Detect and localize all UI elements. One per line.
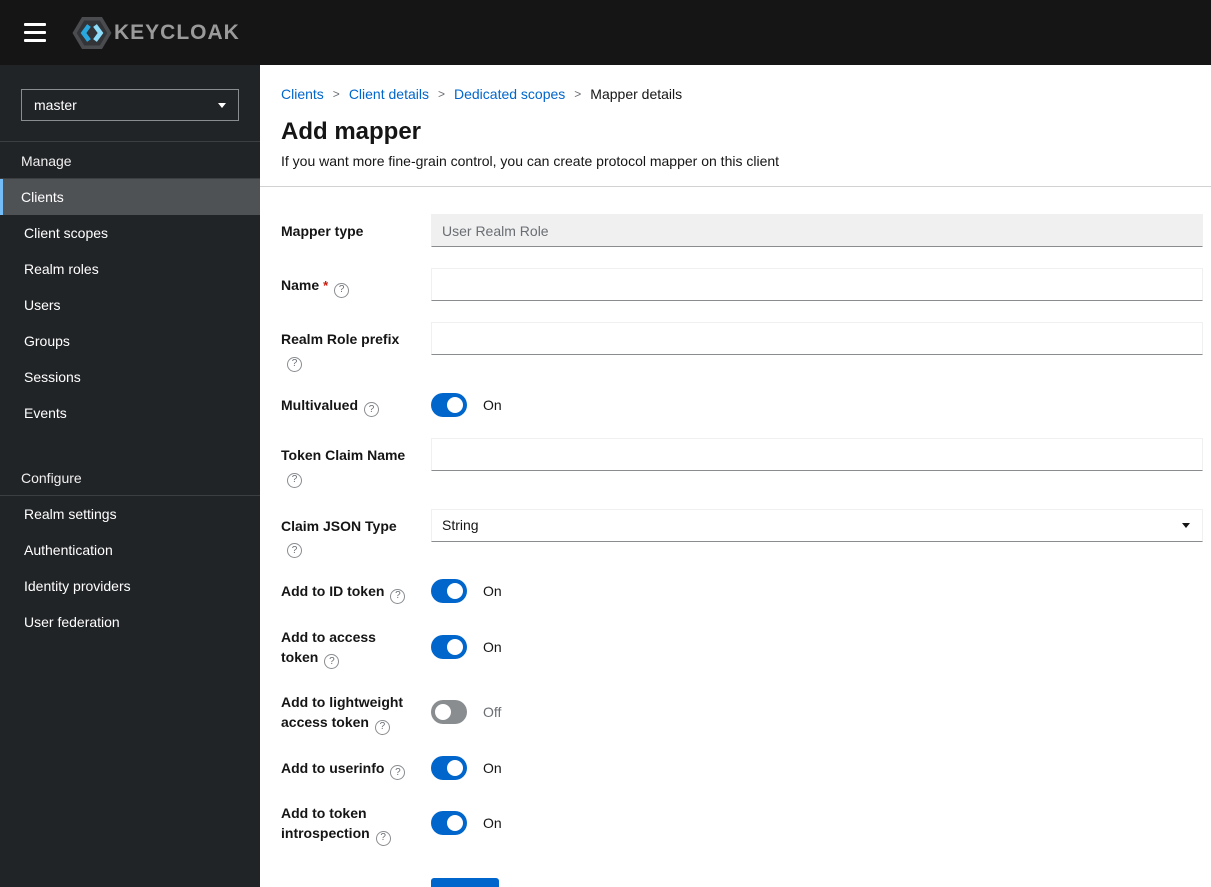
nav-section-title: Configure <box>0 459 260 496</box>
add-to-id-token-row: Add to ID token? On <box>281 579 1203 604</box>
main-content: Clients > Client details > Dedicated sco… <box>260 65 1211 887</box>
realm-selector[interactable]: master <box>21 89 239 121</box>
claim-json-type-label: Claim JSON Type? <box>281 509 431 558</box>
multivalued-toggle[interactable] <box>431 392 467 417</box>
add-to-id-token-label: Add to ID token? <box>281 579 431 604</box>
logo-wordmark: KEYCLOAK <box>114 20 240 44</box>
add-to-lightweight-access-token-label: Add to lightweight access token? <box>281 690 431 735</box>
sidebar-item-groups[interactable]: Groups <box>0 323 260 359</box>
keycloak-logo-icon <box>72 16 112 49</box>
toggle-state-label: On <box>483 759 502 776</box>
masthead: KEYCLOAK <box>0 0 1211 65</box>
page-subtitle: If you want more fine-grain control, you… <box>281 153 780 169</box>
save-button[interactable]: Save <box>431 877 499 887</box>
realm-selector-value: master <box>34 97 77 113</box>
realm-selector-section: master <box>0 65 260 142</box>
add-to-id-token-toggle[interactable] <box>431 579 467 604</box>
help-icon[interactable]: ? <box>334 282 350 298</box>
sidebar-item-client-scopes[interactable]: Client scopes <box>0 215 260 251</box>
help-icon[interactable]: ? <box>287 472 302 488</box>
keycloak-admin-console: KEYCLOAK master Manage Clients Client sc… <box>0 0 1211 887</box>
add-to-userinfo-row: Add to userinfo? On <box>281 755 1203 780</box>
help-icon[interactable]: ? <box>390 765 406 780</box>
help-icon[interactable]: ? <box>374 719 390 735</box>
multivalued-row: Multivalued? On <box>281 392 1203 417</box>
multivalued-label: Multivalued? <box>281 393 431 417</box>
sidebar-item-realm-roles[interactable]: Realm roles <box>0 251 260 287</box>
nav-section-configure: Configure Realm settings Authentication … <box>0 459 260 640</box>
hamburger-menu-button[interactable] <box>20 19 50 46</box>
help-icon[interactable]: ? <box>287 543 302 558</box>
add-to-userinfo-toggle[interactable] <box>431 755 467 780</box>
token-claim-name-label: Token Claim Name? <box>281 438 431 488</box>
token-claim-name-input[interactable] <box>431 438 1203 471</box>
breadcrumb: Clients > Client details > Dedicated sco… <box>281 86 1190 102</box>
sidebar-item-identity-providers[interactable]: Identity providers <box>0 568 260 604</box>
chevron-down-icon <box>218 102 226 108</box>
claim-json-type-row: Claim JSON Type? String <box>281 508 1203 558</box>
sidebar-item-authentication[interactable]: Authentication <box>0 532 260 568</box>
name-input[interactable] <box>431 268 1203 301</box>
mapper-type-row: Mapper type <box>281 214 1203 247</box>
add-to-access-token-label: Add to access token? <box>281 625 431 669</box>
add-to-lightweight-access-token-row: Add to lightweight access token? Off <box>281 690 1203 735</box>
required-asterisk: * <box>323 278 329 293</box>
help-icon[interactable]: ? <box>364 402 380 417</box>
breadcrumb-separator-icon: > <box>574 87 582 101</box>
sidebar-item-events[interactable]: Events <box>0 395 260 431</box>
toggle-state-label: Off <box>483 704 502 721</box>
toggle-state-label: On <box>483 396 502 413</box>
sidebar-item-sessions[interactable]: Sessions <box>0 359 260 395</box>
breadcrumb-mapper-details: Mapper details <box>590 86 683 102</box>
mapper-type-input <box>431 214 1203 247</box>
sidebar: master Manage Clients Client scopes Real… <box>0 65 260 887</box>
help-icon[interactable]: ? <box>375 830 391 846</box>
page-title: Add mapper <box>281 118 422 145</box>
name-label: Name *? <box>281 268 431 301</box>
add-to-token-introspection-label: Add to token introspection? <box>281 801 431 846</box>
breadcrumb-separator-icon: > <box>437 87 445 101</box>
add-to-lightweight-access-token-toggle[interactable] <box>431 700 467 725</box>
sidebar-item-users[interactable]: Users <box>0 287 260 323</box>
chevron-down-icon <box>1182 522 1190 528</box>
add-to-userinfo-label: Add to userinfo? <box>281 756 431 780</box>
page-header: Clients > Client details > Dedicated sco… <box>260 65 1211 187</box>
toggle-state-label: On <box>483 815 502 832</box>
help-icon[interactable]: ? <box>390 588 406 604</box>
add-mapper-form: Mapper type Name*? Realm <box>260 187 1211 887</box>
realm-role-prefix-row: Realm Role prefix? <box>281 322 1203 372</box>
sidebar-item-clients[interactable]: Clients <box>0 179 260 215</box>
add-to-access-token-toggle[interactable] <box>431 634 467 659</box>
form-actions: Save Cancel <box>431 877 1203 887</box>
breadcrumb-client-details[interactable]: Client details <box>349 86 429 102</box>
mapper-type-label: Mapper type <box>281 223 364 239</box>
sidebar-item-realm-settings[interactable]: Realm settings <box>0 496 260 532</box>
sidebar-item-user-federation[interactable]: User federation <box>0 604 260 640</box>
realm-role-prefix-label: Realm Role prefix? <box>281 322 431 372</box>
add-to-token-introspection-row: Add to token introspection? On <box>281 801 1203 846</box>
nav-section-title: Manage <box>0 142 260 179</box>
help-icon[interactable]: ? <box>287 356 302 372</box>
add-to-token-introspection-toggle[interactable] <box>431 811 467 836</box>
help-icon[interactable]: ? <box>324 654 340 669</box>
breadcrumb-clients[interactable]: Clients <box>281 86 324 102</box>
breadcrumb-separator-icon: > <box>332 87 340 101</box>
toggle-state-label: On <box>483 583 502 600</box>
claim-json-type-select[interactable]: String <box>431 508 1203 542</box>
keycloak-logo: KEYCLOAK <box>72 15 240 51</box>
realm-role-prefix-input[interactable] <box>431 322 1203 355</box>
name-row: Name *? <box>281 268 1203 301</box>
nav-section-manage: Manage Clients Client scopes Realm roles… <box>0 142 260 431</box>
add-to-access-token-row: Add to access token? On <box>281 625 1203 669</box>
hamburger-icon <box>24 23 46 26</box>
breadcrumb-dedicated-scopes[interactable]: Dedicated scopes <box>454 86 565 102</box>
select-value: String <box>442 517 479 533</box>
token-claim-name-row: Token Claim Name? <box>281 438 1203 488</box>
toggle-state-label: On <box>483 638 502 655</box>
